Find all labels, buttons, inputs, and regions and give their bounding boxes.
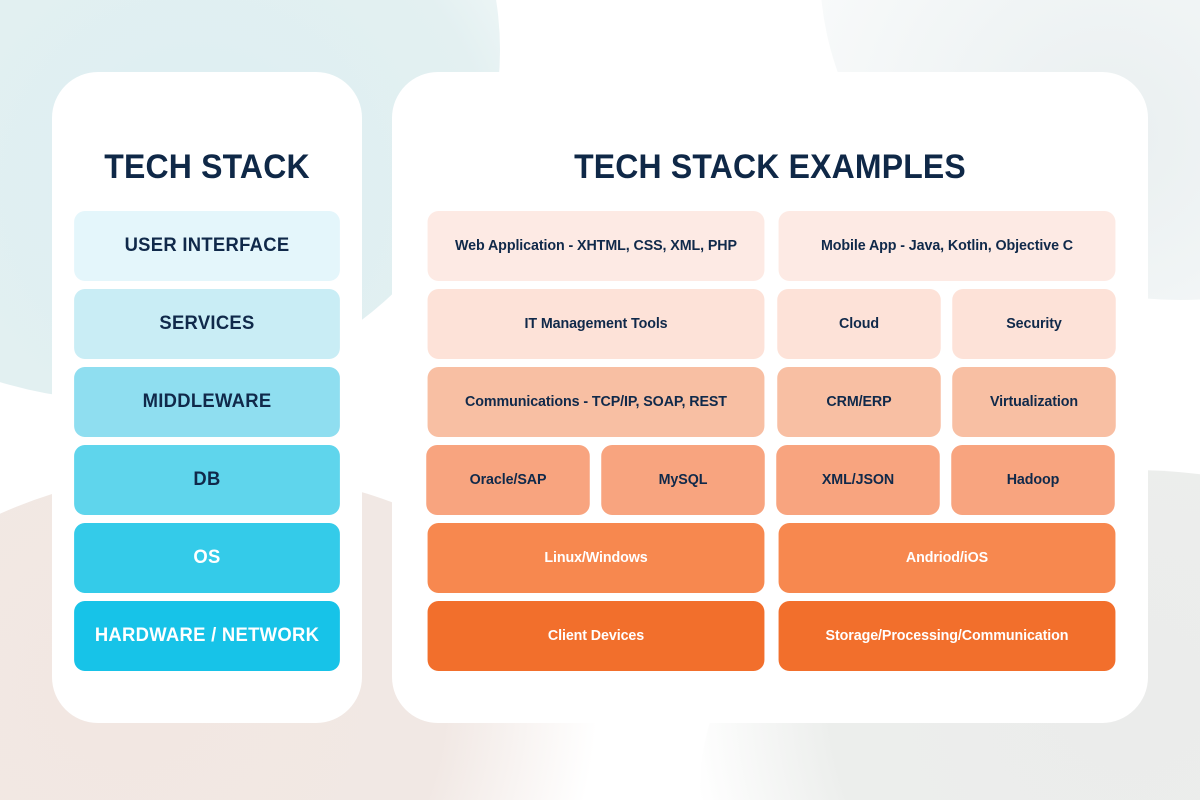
example-cell-label: Virtualization [989,394,1079,410]
example-cell-label: Security [1006,316,1062,332]
example-cell-label: MySQL [658,472,708,488]
example-row: Client Devices Storage/Processing/Communi… [425,601,1118,671]
example-cell[interactable]: Security [952,289,1116,359]
example-row: Communications - TCP/IP, SOAP, REST CRM/E… [425,367,1118,437]
example-cell-label: Oracle/SAP [469,472,547,488]
example-row: IT Management Tools Cloud Security [425,289,1118,359]
tech-stack-card: TECH STACK USER INTERFACE SERVICES MIDDLEW… [52,72,362,723]
example-cell-label: Hadoop [1006,472,1060,488]
example-cell-label: Cloud [839,316,879,332]
stack-layer[interactable]: USER INTERFACE [74,211,340,281]
example-cell[interactable]: Linux/Windows [427,523,765,593]
stack-layer[interactable]: DB [74,445,340,515]
example-cell[interactable]: CRM/ERP [777,367,941,437]
stack-layer-label: SERVICES [159,313,255,334]
example-cell[interactable]: Mobile App - Java, Kotlin, Objective C [778,211,1116,281]
example-cell[interactable]: IT Management Tools [427,289,765,359]
example-cell-label: CRM/ERP [826,394,892,410]
example-cell-label: Mobile App - Java, Kotlin, Objective C [820,238,1074,254]
example-cell[interactable]: Oracle/SAP [426,445,590,515]
example-cell[interactable]: Communications - TCP/IP, SOAP, REST [427,367,765,437]
example-cell-label: Client Devices [547,628,645,644]
example-cell[interactable]: Hadoop [951,445,1115,515]
stack-layer-label: OS [193,547,221,568]
example-cell[interactable]: Virtualization [952,367,1116,437]
example-cell[interactable]: Client Devices [427,601,765,671]
stack-layer-label: MIDDLEWARE [142,391,272,412]
stack-layer-label: HARDWARE / NETWORK [94,625,320,646]
example-cell[interactable]: Storage/Processing/Communication [778,601,1116,671]
stack-layer[interactable]: HARDWARE / NETWORK [74,601,340,671]
tech-stack-layer-list: USER INTERFACE SERVICES MIDDLEWARE DB OS HARD… [70,211,344,679]
example-cell[interactable]: Web Application - XHTML, CSS, XML, PHP [427,211,765,281]
example-cell-label: Andriod/iOS [905,550,989,566]
example-cell-label: Web Application - XHTML, CSS, XML, PHP [455,238,737,254]
stack-layer[interactable]: MIDDLEWARE [74,367,340,437]
stack-layer-label: USER INTERFACE [124,235,290,256]
stack-layer[interactable]: SERVICES [74,289,340,359]
example-row: Linux/Windows Andriod/iOS [425,523,1118,593]
example-cell[interactable]: Andriod/iOS [778,523,1116,593]
example-cell-label: IT Management Tools [524,316,668,332]
example-cell-label: Communications - TCP/IP, SOAP, REST [465,394,727,410]
example-cell[interactable]: MySQL [601,445,765,515]
example-cell[interactable]: XML/JSON [776,445,940,515]
example-cell-label: XML/JSON [821,472,895,488]
stack-layer-label: DB [193,469,221,490]
tech-stack-examples-grid: Web Application - XHTML, CSS, XML, PHP Mo… [425,211,1118,679]
example-row: Oracle/SAP MySQL XML/JSON Hadoop [425,445,1118,515]
tech-stack-title: TECH STACK [104,148,310,186]
example-cell-label: Storage/Processing/Communication [825,628,1069,644]
tech-stack-examples-title: TECH STACK EXAMPLES [574,148,966,186]
stack-layer[interactable]: OS [74,523,340,593]
tech-stack-examples-card: TECH STACK EXAMPLES Web Application - XH… [392,72,1148,723]
example-cell[interactable]: Cloud [777,289,941,359]
example-cell-label: Linux/Windows [544,550,648,566]
example-row: Web Application - XHTML, CSS, XML, PHP Mo… [425,211,1118,281]
